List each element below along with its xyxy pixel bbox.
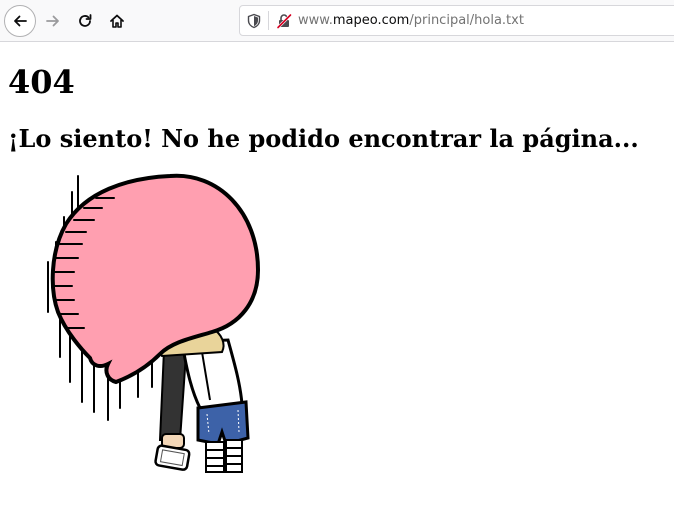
url-bar-separator bbox=[268, 11, 269, 30]
url-path: /principal/hola.txt bbox=[409, 13, 524, 28]
url-text[interactable]: www.mapeo.com/principal/hola.txt bbox=[298, 13, 524, 29]
sad-character-illustration bbox=[47, 173, 261, 473]
error-message: ¡Lo siento! No he podido encontrar la pá… bbox=[8, 124, 639, 153]
arrow-left-icon bbox=[14, 15, 27, 27]
url-host: mapeo.com bbox=[332, 13, 410, 28]
shield-icon[interactable] bbox=[246, 13, 262, 29]
browser-toolbar: www.mapeo.com/principal/hola.txt bbox=[0, 0, 674, 42]
reload-button[interactable] bbox=[69, 5, 101, 37]
back-button[interactable] bbox=[4, 5, 36, 37]
url-prefix: www. bbox=[298, 13, 333, 28]
character-shorts bbox=[196, 400, 250, 446]
character-legs bbox=[205, 439, 243, 473]
insecure-lock-icon[interactable] bbox=[276, 13, 292, 29]
reload-icon bbox=[79, 14, 92, 27]
arrow-right-icon bbox=[46, 15, 59, 27]
url-bar[interactable]: www.mapeo.com/principal/hola.txt bbox=[239, 5, 674, 36]
character-arm bbox=[158, 348, 188, 441]
forward-button[interactable] bbox=[37, 5, 69, 37]
error-code-heading: 404 bbox=[8, 63, 75, 101]
phone-icon bbox=[154, 444, 191, 471]
home-icon bbox=[110, 14, 124, 28]
home-button[interactable] bbox=[101, 5, 133, 37]
